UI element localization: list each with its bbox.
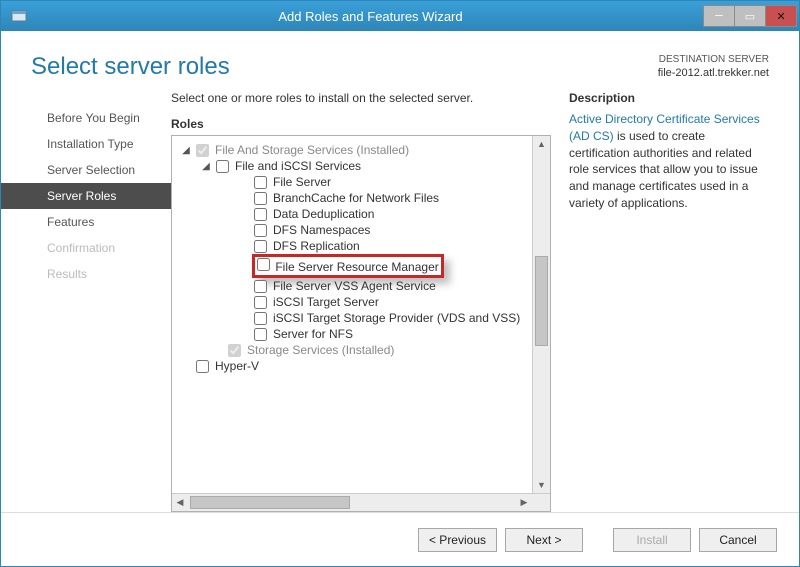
role-hyper-v[interactable]: Hyper-V [176, 358, 528, 374]
description-text: Active Directory Certificate Services (A… [569, 111, 769, 212]
node-label: BranchCache for Network Files [273, 191, 439, 205]
role-file-iscsi-services[interactable]: ◢ File and iSCSI Services [176, 158, 528, 174]
node-label: File Server VSS Agent Service [273, 279, 436, 293]
maximize-button[interactable]: ▭ [734, 5, 766, 27]
role-dfs-namespaces[interactable]: DFS Namespaces [176, 222, 528, 238]
destination-server: file-2012.atl.trekker.net [658, 66, 769, 80]
scroll-down-icon[interactable]: ▼ [533, 477, 550, 493]
role-vss-agent[interactable]: File Server VSS Agent Service [176, 278, 528, 294]
node-label: File and iSCSI Services [235, 159, 361, 173]
node-label: File Server Resource Manager [275, 260, 438, 274]
vertical-scrollbar[interactable]: ▲ ▼ [532, 136, 550, 493]
step-server-roles[interactable]: Server Roles [1, 183, 171, 209]
next-button[interactable]: Next > [505, 528, 583, 552]
vertical-scroll-thumb[interactable] [535, 256, 548, 346]
checkbox[interactable] [254, 176, 267, 189]
checkbox[interactable] [254, 280, 267, 293]
content-area: Select one or more roles to install on t… [171, 87, 769, 512]
collapse-icon[interactable]: ◢ [200, 161, 212, 172]
titlebar: Add Roles and Features Wizard ─ ▭ ✕ [1, 1, 799, 31]
node-label: DFS Namespaces [273, 223, 370, 237]
checkbox[interactable] [254, 224, 267, 237]
checkbox[interactable] [196, 360, 209, 373]
app-icon [7, 4, 31, 28]
window-title: Add Roles and Features Wizard [37, 9, 704, 24]
description-column: Description Active Directory Certificate… [569, 91, 769, 512]
roles-tree-wrap: ◢ File And Storage Services (Installed) … [172, 136, 550, 493]
checkbox[interactable] [254, 208, 267, 221]
minimize-button[interactable]: ─ [703, 5, 735, 27]
cancel-button[interactable]: Cancel [699, 528, 777, 552]
checkbox[interactable] [254, 296, 267, 309]
checkbox[interactable] [257, 258, 270, 271]
description-label: Description [569, 91, 769, 105]
node-label: Storage Services (Installed) [247, 343, 394, 357]
page-title: Select server roles [31, 53, 230, 81]
role-data-dedup[interactable]: Data Deduplication [176, 206, 528, 222]
checkbox[interactable] [216, 160, 229, 173]
scroll-left-icon[interactable]: ◀ [172, 494, 188, 511]
checkbox [228, 344, 241, 357]
step-installation-type[interactable]: Installation Type [1, 131, 171, 157]
node-label: iSCSI Target Storage Provider (VDS and V… [273, 311, 520, 325]
roles-column: Select one or more roles to install on t… [171, 91, 551, 512]
role-file-server[interactable]: File Server [176, 174, 528, 190]
wizard-header: Select server roles DESTINATION SERVER f… [1, 31, 799, 87]
scroll-right-icon[interactable]: ▶ [516, 494, 532, 511]
step-features[interactable]: Features [1, 209, 171, 235]
roles-label: Roles [171, 117, 551, 131]
step-results: Results [1, 261, 171, 287]
node-label: File Server [273, 175, 331, 189]
roles-tree[interactable]: ◢ File And Storage Services (Installed) … [172, 136, 532, 493]
checkbox [196, 144, 209, 157]
wizard-window: Add Roles and Features Wizard ─ ▭ ✕ Sele… [0, 0, 800, 567]
intro-text: Select one or more roles to install on t… [171, 91, 551, 105]
checkbox[interactable] [254, 240, 267, 253]
node-label: DFS Replication [273, 239, 360, 253]
checkbox[interactable] [254, 328, 267, 341]
role-iscsi-target-provider[interactable]: iSCSI Target Storage Provider (VDS and V… [176, 310, 528, 326]
collapse-icon[interactable]: ◢ [180, 145, 192, 156]
highlight-box: File Server Resource Manager [252, 254, 444, 278]
role-server-nfs[interactable]: Server for NFS [176, 326, 528, 342]
role-dfs-replication[interactable]: DFS Replication [176, 238, 528, 254]
destination-label: DESTINATION SERVER [658, 53, 769, 66]
horizontal-scroll-thumb[interactable] [190, 496, 350, 509]
step-before-you-begin[interactable]: Before You Begin [1, 105, 171, 131]
roles-box: ◢ File And Storage Services (Installed) … [171, 135, 551, 512]
role-file-storage-services[interactable]: ◢ File And Storage Services (Installed) [176, 142, 528, 158]
destination-info: DESTINATION SERVER file-2012.atl.trekker… [658, 53, 769, 80]
role-storage-services[interactable]: Storage Services (Installed) [176, 342, 528, 358]
node-label: iSCSI Target Server [273, 295, 379, 309]
previous-button[interactable]: < Previous [418, 528, 497, 552]
role-branchcache[interactable]: BranchCache for Network Files [176, 190, 528, 206]
checkbox[interactable] [254, 192, 267, 205]
node-label: Data Deduplication [273, 207, 374, 221]
wizard-body: Before You Begin Installation Type Serve… [1, 87, 799, 512]
node-label: Server for NFS [273, 327, 353, 341]
step-list: Before You Begin Installation Type Serve… [1, 87, 171, 512]
step-server-selection[interactable]: Server Selection [1, 157, 171, 183]
role-fsrm[interactable]: File Server Resource Manager [176, 254, 528, 278]
close-button[interactable]: ✕ [765, 5, 797, 27]
window-controls: ─ ▭ ✕ [704, 5, 797, 27]
horizontal-scrollbar[interactable]: ◀ ▶ [172, 493, 550, 511]
step-confirmation: Confirmation [1, 235, 171, 261]
role-iscsi-target-server[interactable]: iSCSI Target Server [176, 294, 528, 310]
node-label: Hyper-V [215, 359, 259, 373]
scroll-up-icon[interactable]: ▲ [533, 136, 550, 152]
checkbox[interactable] [254, 312, 267, 325]
install-button: Install [613, 528, 691, 552]
wizard-footer: < Previous Next > Install Cancel [1, 512, 799, 566]
node-label: File And Storage Services (Installed) [215, 143, 409, 157]
